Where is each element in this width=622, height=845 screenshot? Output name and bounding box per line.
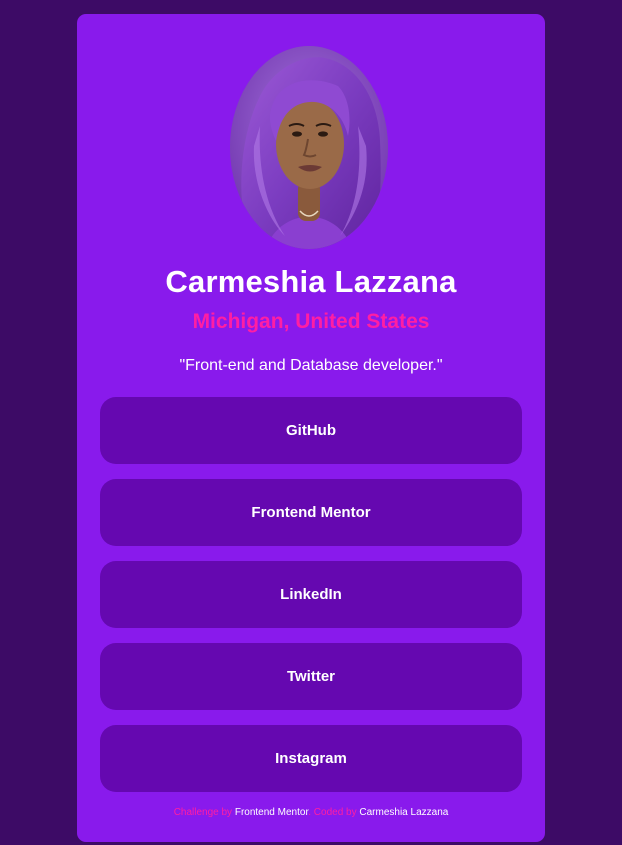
profile-card: Carmeshia Lazzana Michigan, United State… (77, 14, 545, 842)
github-link-button[interactable]: GitHub (100, 397, 522, 464)
profile-bio: "Front-end and Database developer." (179, 357, 443, 374)
instagram-link-button[interactable]: Instagram (100, 725, 522, 792)
footer-challenge-prefix: Challenge by (173, 807, 235, 818)
linkedin-link-button[interactable]: LinkedIn (100, 561, 522, 628)
footer-author-link[interactable]: Carmeshia Lazzana (359, 807, 448, 818)
profile-name: Carmeshia Lazzana (165, 264, 457, 299)
attribution-footer: Challenge by Frontend Mentor. Coded by C… (77, 807, 545, 818)
avatar (230, 46, 388, 249)
frontend-mentor-link-button[interactable]: Frontend Mentor (100, 479, 522, 546)
footer-coded-prefix: Coded by (313, 807, 360, 818)
social-links-list: GitHub Frontend Mentor LinkedIn Twitter … (100, 397, 522, 807)
footer-frontend-mentor-link[interactable]: Frontend Mentor (235, 807, 308, 818)
twitter-link-button[interactable]: Twitter (100, 643, 522, 710)
profile-location: Michigan, United States (192, 310, 430, 333)
avatar-portrait-image (230, 46, 388, 249)
